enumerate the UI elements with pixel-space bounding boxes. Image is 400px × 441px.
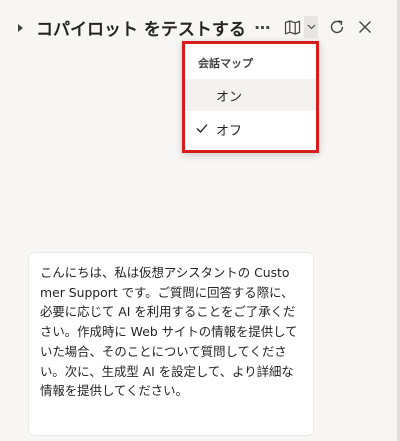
bot-message-bubble: こんにちは、私は仮想アシスタントの Customer Support です。ご質… bbox=[28, 252, 314, 436]
refresh-icon[interactable] bbox=[326, 16, 348, 38]
checkmark-icon bbox=[196, 124, 208, 133]
conversation-map-menu: 会話マップ オン オフ bbox=[182, 41, 319, 153]
map-icon[interactable] bbox=[283, 17, 301, 37]
map-dropdown-button[interactable] bbox=[304, 16, 318, 38]
menu-item-label: オフ bbox=[216, 123, 243, 139]
menu-item-on[interactable]: オン bbox=[185, 79, 316, 111]
menu-header: 会話マップ bbox=[198, 57, 253, 70]
close-icon[interactable] bbox=[354, 16, 376, 38]
panel-title: コパイロット をテストする bbox=[36, 20, 246, 40]
test-copilot-panel: コパイロット をテストする ⋯ 会話マップ オン オフ こんにちは、私は仮想アシ… bbox=[0, 0, 400, 441]
bot-message-text: こんにちは、私は仮想アシスタントの Customer Support です。ご質… bbox=[40, 265, 298, 399]
more-horizontal-icon[interactable]: ⋯ bbox=[252, 14, 274, 40]
collapse-triangle-icon[interactable] bbox=[18, 24, 23, 32]
menu-item-off[interactable]: オフ bbox=[185, 113, 316, 145]
menu-item-label: オン bbox=[216, 89, 243, 105]
chevron-down-icon bbox=[307, 24, 315, 30]
